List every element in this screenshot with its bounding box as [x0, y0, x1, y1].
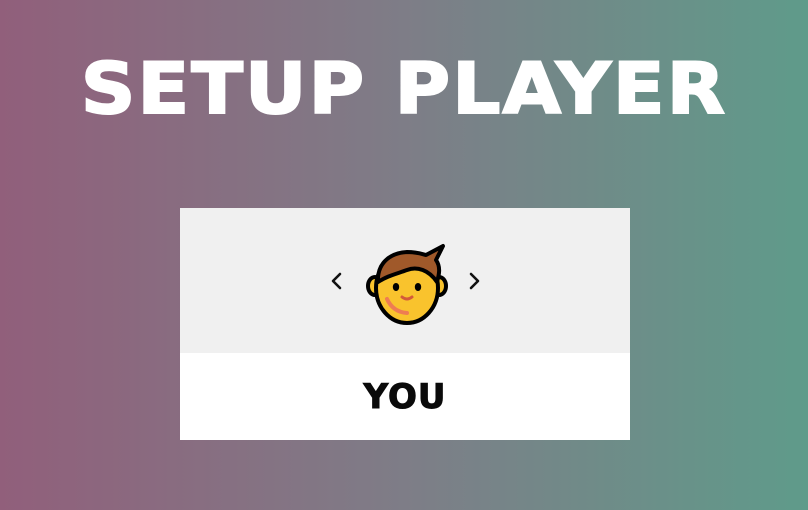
player-name-field[interactable]: YOU [180, 353, 630, 440]
avatar-selector [180, 208, 630, 353]
player-setup-card: YOU [180, 208, 630, 440]
chevron-right-icon [469, 272, 480, 290]
player-avatar-icon [366, 244, 448, 325]
next-avatar-button[interactable] [462, 266, 486, 296]
player-name-panel: YOU [180, 353, 630, 440]
previous-avatar-button[interactable] [325, 266, 349, 296]
page-title: SETUP PLAYER [80, 47, 728, 131]
chevron-left-icon [331, 272, 342, 290]
